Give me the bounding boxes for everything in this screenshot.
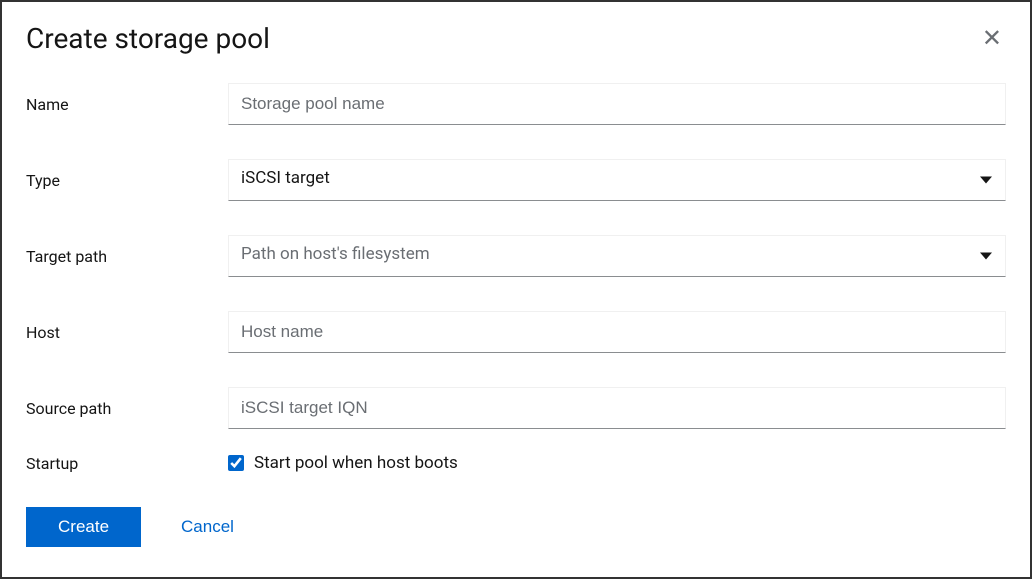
dialog-title: Create storage pool	[26, 22, 270, 55]
create-storage-pool-dialog: Create storage pool ✕ Name Type iSCSI ta…	[2, 2, 1030, 567]
name-row: Name	[26, 83, 1006, 125]
host-label: Host	[26, 323, 228, 342]
target-path-select[interactable]: Path on host's filesystem	[228, 235, 1006, 277]
source-path-label: Source path	[26, 399, 228, 418]
create-button[interactable]: Create	[26, 507, 141, 547]
source-path-control	[228, 387, 1006, 429]
startup-control: Start pool when host boots	[228, 453, 458, 473]
dialog-header: Create storage pool ✕	[26, 22, 1006, 55]
type-row: Type iSCSI target	[26, 159, 1006, 201]
name-control	[228, 83, 1006, 125]
startup-row: Startup Start pool when host boots	[26, 453, 1006, 473]
name-input[interactable]	[228, 83, 1006, 125]
target-path-row: Target path Path on host's filesystem	[26, 235, 1006, 277]
source-path-input[interactable]	[228, 387, 1006, 429]
host-input[interactable]	[228, 311, 1006, 353]
name-label: Name	[26, 95, 228, 114]
type-control: iSCSI target	[228, 159, 1006, 201]
type-label: Type	[26, 171, 228, 190]
startup-checkbox[interactable]	[228, 455, 244, 471]
host-control	[228, 311, 1006, 353]
source-path-row: Source path	[26, 387, 1006, 429]
cancel-button[interactable]: Cancel	[181, 517, 234, 537]
startup-label: Startup	[26, 454, 228, 473]
close-icon[interactable]: ✕	[978, 22, 1006, 54]
host-row: Host	[26, 311, 1006, 353]
type-select[interactable]: iSCSI target	[228, 159, 1006, 201]
target-path-control: Path on host's filesystem	[228, 235, 1006, 277]
startup-checkbox-label[interactable]: Start pool when host boots	[254, 453, 458, 473]
target-path-label: Target path	[26, 247, 228, 266]
dialog-footer: Create Cancel	[26, 507, 1006, 547]
